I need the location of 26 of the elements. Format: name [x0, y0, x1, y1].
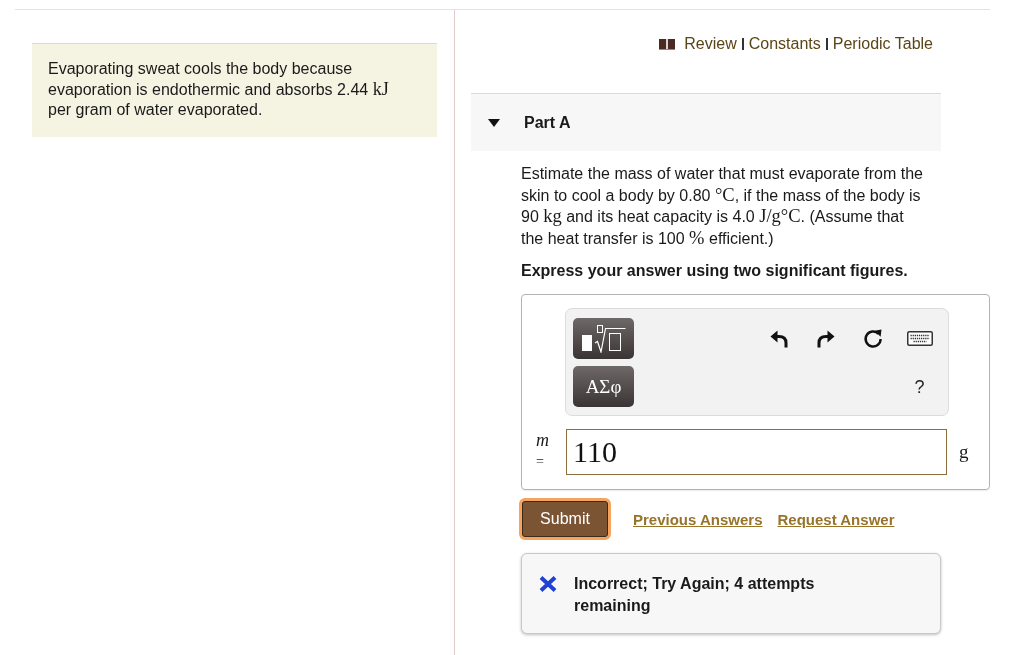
symbols-button[interactable]: ΑΣφ	[573, 366, 634, 408]
caret-icon[interactable]	[488, 118, 500, 127]
submit-button[interactable]: Submit	[519, 498, 611, 541]
resource-link[interactable]: Periodic Table	[832, 35, 933, 53]
answer-link[interactable]: Previous Answers	[633, 510, 763, 528]
help-button[interactable]: ?	[912, 375, 927, 398]
part-title: Part A	[524, 113, 571, 132]
feedback-text: Incorrect; Try Again; 4 attempts remaining	[574, 574, 816, 617]
templates-button[interactable]	[573, 318, 634, 360]
resource-link[interactable]: Review	[684, 35, 737, 53]
x-mark-icon	[539, 576, 557, 593]
variable-label: m	[536, 431, 549, 450]
intro-text: Evaporating sweat cools the body because evaporation is endothermic and absorbs 2.44 kJ per gram of water evaporated.	[48, 59, 390, 120]
undo-icon[interactable]	[769, 329, 788, 348]
keyboard-icon[interactable]	[906, 331, 933, 347]
resource-link[interactable]: Constants	[748, 35, 821, 53]
unit-label: g	[958, 441, 969, 464]
answer-link[interactable]: Request Answer	[777, 510, 895, 528]
redo-icon[interactable]	[816, 329, 835, 348]
reset-icon[interactable]	[862, 328, 883, 349]
answer-input[interactable]: 110	[566, 429, 947, 476]
root-template-icon	[581, 324, 626, 353]
equals-sign: =	[536, 455, 544, 470]
instruction-text: Express your answer using two significant figures.	[521, 261, 909, 282]
question-text: Estimate the mass of water that must evaporate from the skin to cool a body by 0.80 °C, if the mass of the body is 90 kg and its heat capacity is 4.0 J/g°C. (Assume that the heat transfer is 100 % efficient.)	[521, 164, 924, 250]
book-icon	[659, 38, 676, 50]
